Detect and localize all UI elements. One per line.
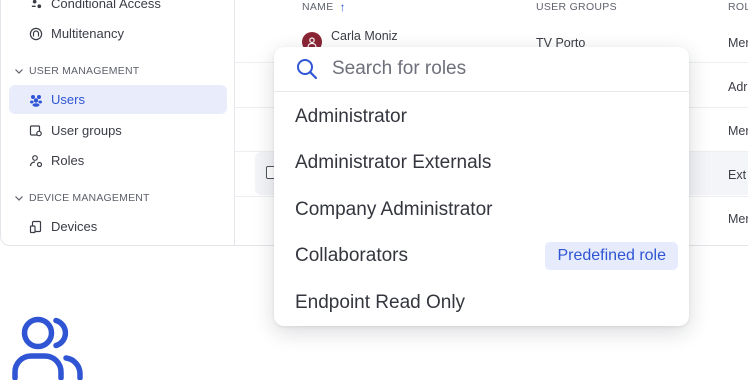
sidebar-item-multitenancy[interactable]: Multitenancy	[9, 19, 227, 48]
option-label: Administrator	[295, 106, 407, 127]
user-role: Ext	[728, 168, 747, 182]
column-header-role[interactable]: ROL	[728, 1, 748, 13]
sidebar-item-roles[interactable]: Roles	[9, 146, 227, 175]
sidebar-item-user-groups[interactable]: User groups	[9, 116, 227, 145]
column-header-user-groups[interactable]: USER GROUPS	[536, 1, 617, 13]
role-search-input[interactable]	[332, 58, 652, 80]
user-role: Mer	[728, 212, 748, 226]
sidebar-item-label: Conditional Access	[51, 0, 161, 11]
roles-icon	[29, 154, 43, 168]
sidebar: Conditional Access Multitenancy USER MAN…	[1, 0, 235, 245]
user-role: Mer	[728, 36, 748, 50]
users-icon	[12, 316, 83, 380]
role-option-endpoint-read-only[interactable]: Endpoint Read Only	[274, 283, 689, 323]
user-role: Adr	[728, 80, 748, 94]
sidebar-item-devices[interactable]: Devices	[9, 212, 227, 241]
user-groups-icon	[29, 124, 43, 138]
chevron-down-icon	[15, 196, 23, 201]
search-icon	[297, 59, 318, 80]
role-option-administrator[interactable]: Administrator	[274, 97, 689, 137]
sidebar-item-label: Multitenancy	[51, 26, 124, 41]
user-role: Mer	[728, 124, 748, 138]
role-option-company-administrator[interactable]: Company Administrator	[274, 190, 689, 230]
multitenancy-icon	[29, 27, 43, 41]
section-device-management[interactable]: DEVICE MANAGEMENT	[13, 192, 150, 204]
sidebar-item-conditional-access[interactable]: Conditional Access	[9, 0, 227, 18]
sidebar-item-label: Users	[51, 92, 85, 107]
users-icon	[29, 93, 43, 107]
sidebar-item-label: Devices	[51, 219, 98, 234]
option-label: Company Administrator	[295, 199, 493, 220]
chevron-down-icon	[15, 69, 23, 74]
shield-settings-icon	[29, 0, 43, 11]
sidebar-item-users[interactable]: Users	[9, 85, 227, 114]
sidebar-item-label: Roles	[51, 153, 85, 168]
devices-icon	[29, 220, 43, 234]
sidebar-item-label: User groups	[51, 123, 122, 138]
role-option-collaborators[interactable]: Collaborators Predefined role	[274, 236, 689, 276]
section-label: USER MANAGEMENT	[29, 65, 140, 77]
column-header-name[interactable]: NAME ↑	[302, 1, 346, 13]
option-label: Administrator Externals	[295, 152, 492, 173]
sort-arrow-icon[interactable]: ↑	[340, 1, 346, 13]
section-label: DEVICE MANAGEMENT	[29, 192, 150, 204]
option-label: Endpoint Read Only	[295, 292, 466, 313]
option-label: Collaborators	[295, 245, 408, 266]
role-option-administrator-externals[interactable]: Administrator Externals	[274, 143, 689, 183]
search-bar	[274, 47, 689, 92]
role-search-dropdown: Administrator Administrator Externals Co…	[274, 47, 689, 326]
section-user-management[interactable]: USER MANAGEMENT	[13, 65, 139, 77]
predefined-role-badge: Predefined role	[545, 242, 678, 270]
user-name[interactable]: Carla Moniz	[331, 29, 398, 43]
